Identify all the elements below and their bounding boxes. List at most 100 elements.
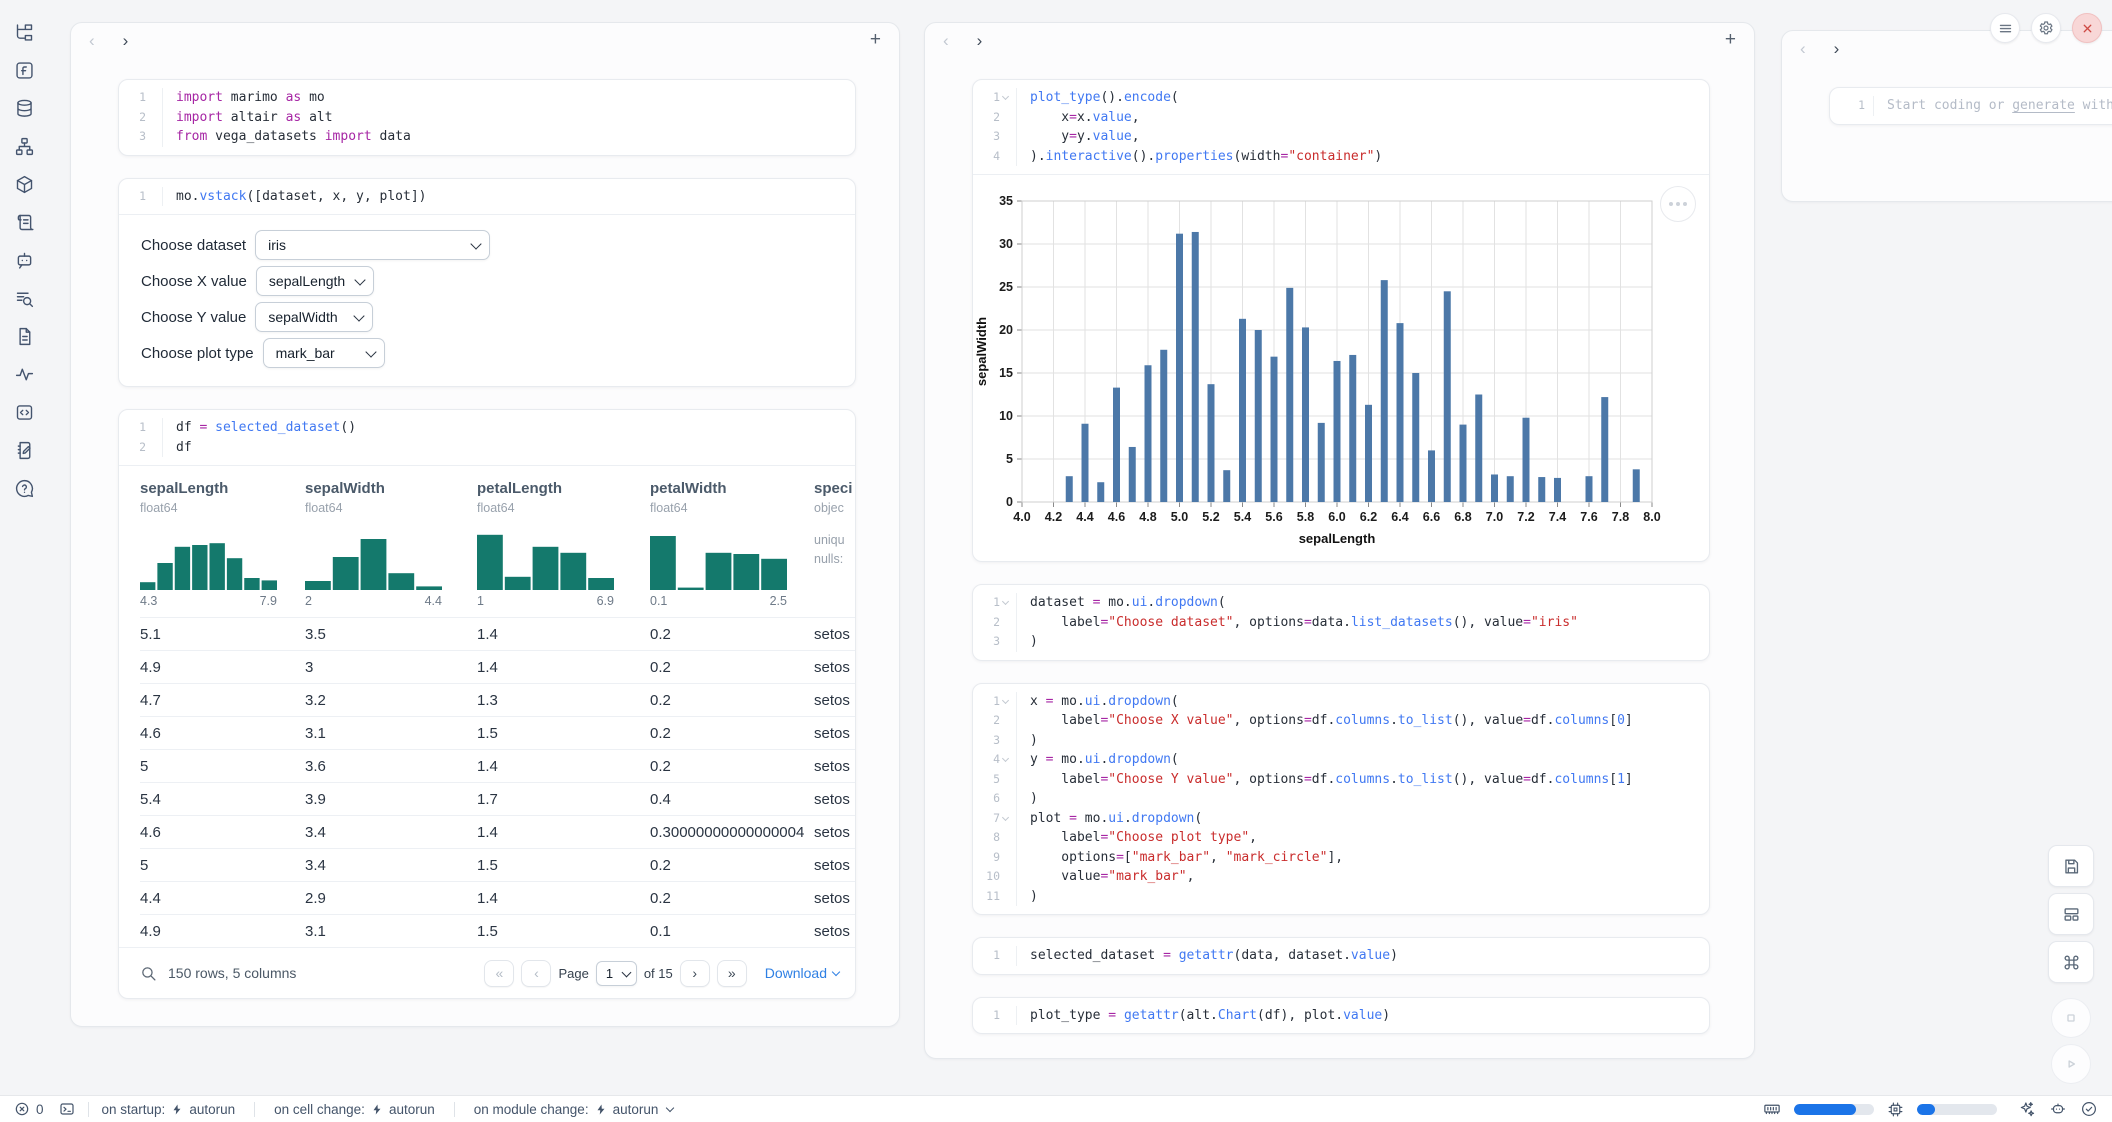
fold-chevron-icon[interactable] [1002,93,1009,100]
dropdown-row: Choose Y valuesepalWidth [141,302,833,332]
line-number: 1 [993,692,1000,712]
cell-vstack: 1mo.vstack([dataset, x, y, plot]) Choose… [118,178,856,388]
svg-text:6.4: 6.4 [1391,510,1408,524]
autorun-config-item[interactable]: on module change:autorun [474,1102,674,1117]
add-cell-button[interactable]: + [870,29,881,51]
generate-link[interactable]: generate [2012,98,2075,113]
svg-text:7.6: 7.6 [1580,510,1597,524]
table-row[interactable]: 4.93.11.50.1setos [140,914,855,947]
fold-chevron-icon[interactable] [1002,598,1009,605]
line-number: 11 [986,887,1000,907]
cpu-usage-bar[interactable] [1917,1104,1997,1115]
document-icon[interactable] [12,324,36,348]
column-histogram[interactable] [477,526,650,590]
code-editor[interactable]: 1dataset = mo.ui.dropdown(2 label="Choos… [973,585,1709,660]
table-row[interactable]: 5.13.51.40.2setos [140,617,855,650]
table-cell: 1.5 [477,857,650,874]
column-header[interactable]: petalWidthfloat640.12.5 [650,478,814,617]
table-cell: 1.3 [477,692,650,709]
column-back-arrow[interactable]: ‹ [943,32,949,49]
column-back-arrow[interactable]: ‹ [1800,40,1806,57]
table-cell: 1.7 [477,791,650,808]
line-number: 1 [139,88,146,108]
code-editor[interactable]: 1x = mo.ui.dropdown(2 label="Choose X va… [973,684,1709,915]
table-row[interactable]: 4.63.11.50.2setos [140,716,855,749]
keyboard-shortcuts-button[interactable] [2048,941,2094,983]
close-button[interactable] [2072,13,2102,43]
table-row[interactable]: 4.63.41.40.30000000000000004setos [140,815,855,848]
autorun-config-item[interactable]: on cell change:autorun [274,1102,435,1117]
table-row[interactable]: 4.73.21.30.2setos [140,683,855,716]
fold-chevron-icon[interactable] [1002,814,1009,821]
code-editor[interactable]: 1plot_type().encode(2 x=x.value,3 y=y.va… [973,80,1709,174]
column-forward-arrow[interactable]: › [1834,40,1840,57]
fold-spacer [149,95,154,100]
code-editor[interactable]: 1mo.vstack([dataset, x, y, plot]) [119,179,855,215]
dependency-graph-icon[interactable] [12,134,36,158]
stop-button[interactable] [2051,998,2091,1038]
column-histogram[interactable] [140,526,305,590]
column-header[interactable]: sepalLengthfloat644.37.9 [140,478,305,617]
database-icon[interactable] [12,96,36,120]
column-header[interactable]: petalLengthfloat6416.9 [477,478,650,617]
bar-chart[interactable]: 4.04.24.44.64.85.05.25.45.65.86.06.26.46… [973,175,1710,561]
file-tree-icon[interactable] [12,20,36,44]
terminal-button[interactable] [59,1101,75,1117]
column-header[interactable]: speciobjecuniqunulls: [814,478,855,617]
table-row[interactable]: 5.43.91.70.4setos [140,782,855,815]
fold-chevron-icon[interactable] [1002,755,1009,762]
table-search-icon[interactable] [140,965,157,982]
error-counter[interactable]: 0 [14,1101,44,1117]
menu-button[interactable] [1990,13,2020,43]
script-scroll-icon[interactable] [12,210,36,234]
code-editor[interactable]: 1plot_type = getattr(alt.Chart(df), plot… [973,998,1709,1034]
prev-page-button[interactable]: ‹ [521,960,551,987]
page-select[interactable]: 1 [596,961,637,986]
code-snippet-icon[interactable] [12,400,36,424]
choose-y-value-select[interactable]: sepalWidth [255,302,373,332]
chat-bot-icon[interactable] [12,248,36,272]
line-number: 3 [993,632,1000,652]
last-page-button[interactable]: » [717,960,747,987]
code-editor[interactable]: 1df = selected_dataset()2df [119,410,855,465]
settings-button[interactable] [2031,13,2061,43]
package-icon[interactable] [12,172,36,196]
choose-x-value-select[interactable]: sepalLength [256,266,374,296]
code-editor[interactable]: 1 Start coding or generate with AI [1830,88,2112,124]
autorun-config-item[interactable]: on startup:autorun [102,1102,236,1117]
column-histogram[interactable] [650,526,814,590]
memory-usage-bar[interactable] [1794,1104,1874,1115]
fold-chevron-icon[interactable] [1002,697,1009,704]
choose-dataset-select[interactable]: iris [255,230,490,260]
column-forward-arrow[interactable]: › [123,32,129,49]
download-button[interactable]: Download [765,965,839,981]
assistant-bot-icon[interactable] [2049,1100,2067,1118]
fold-spacer [1003,894,1008,899]
chart-actions-button[interactable] [1660,186,1696,222]
code-editor[interactable]: 1import marimo as mo2import altair as al… [119,80,855,155]
ai-sparkles-icon[interactable] [2018,1100,2036,1118]
column-back-arrow[interactable]: ‹ [89,32,95,49]
next-page-button[interactable]: › [680,960,710,987]
help-icon[interactable] [12,476,36,500]
layout-button[interactable] [2048,893,2094,935]
code-editor[interactable]: 1selected_dataset = getattr(data, datase… [973,938,1709,974]
first-page-button[interactable]: « [484,960,514,987]
scratchpad-icon[interactable] [12,438,36,462]
table-row[interactable]: 4.42.91.40.2setos [140,881,855,914]
connection-status-icon[interactable] [2080,1100,2098,1118]
save-button[interactable] [2048,845,2094,887]
table-row[interactable]: 4.931.40.2setos [140,650,855,683]
activity-icon[interactable] [12,362,36,386]
svg-text:35: 35 [999,194,1013,208]
function-square-icon[interactable] [12,58,36,82]
column-header[interactable]: sepalWidthfloat6424.4 [305,478,477,617]
run-button[interactable] [2051,1044,2091,1084]
column-forward-arrow[interactable]: › [977,32,983,49]
table-row[interactable]: 53.61.40.2setos [140,749,855,782]
column-histogram[interactable] [305,526,477,590]
choose-plot-type-select[interactable]: mark_bar [263,338,385,368]
table-row[interactable]: 53.41.50.2setos [140,848,855,881]
search-logs-icon[interactable] [12,286,36,310]
add-cell-button[interactable]: + [1725,29,1736,51]
